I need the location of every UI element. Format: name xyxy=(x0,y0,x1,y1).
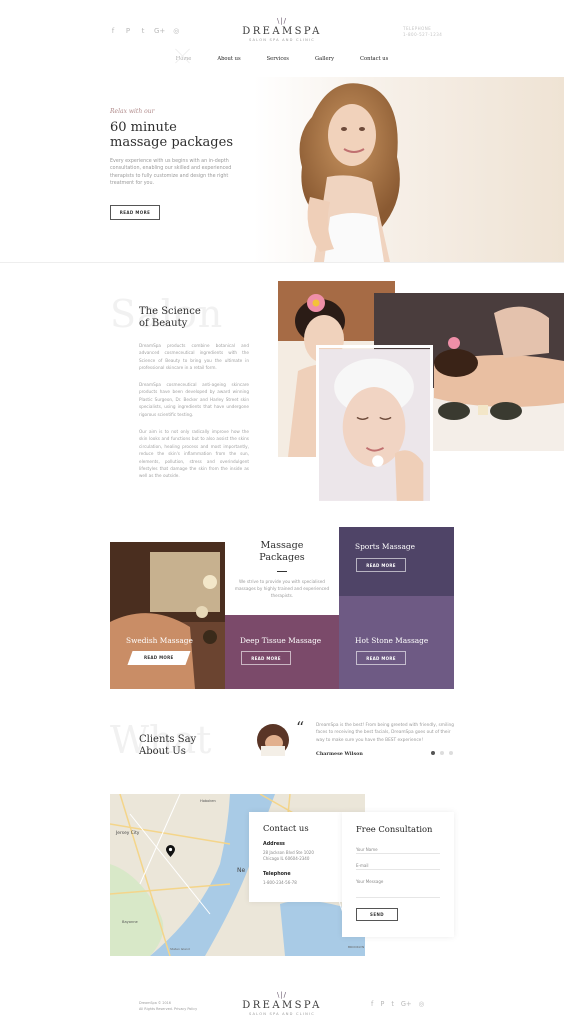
hot-stone-read-more-button[interactable]: READ MORE xyxy=(356,651,406,665)
nav-gallery[interactable]: Gallery xyxy=(311,54,338,64)
email-field[interactable]: E-mail xyxy=(356,854,440,870)
consultation-title: Free Consultation xyxy=(356,824,433,834)
footer-logo-mark: \|/ xyxy=(276,991,288,999)
hero-title-line1: 60 minute xyxy=(110,120,177,135)
logo-mark: \|/ xyxy=(276,17,288,25)
hero-kicker: Relax with our xyxy=(110,108,155,115)
address-line2: Chicago IL 60604-2340 xyxy=(263,856,310,862)
consultation-form: Free Consultation Your Name E-mail Your … xyxy=(342,812,454,937)
hot-stone-massage-tile[interactable]: Hot Stone Massage READ MORE xyxy=(339,596,454,689)
swedish-massage-label: Swedish Massage xyxy=(126,636,193,645)
sports-massage-tile[interactable]: Sports Massage READ MORE xyxy=(339,527,454,596)
footer-pinterest-icon[interactable]: P xyxy=(380,1000,384,1008)
contact-card: Contact us Address 28 Jackson Blvd Ste 1… xyxy=(249,812,342,902)
hero-title-line2: massage packages xyxy=(110,135,233,150)
testimonial-author: Charmese Wilson xyxy=(316,751,363,757)
map-label-brooklyn: BROOKLYN xyxy=(348,945,365,949)
client-avatar xyxy=(257,724,289,756)
testimonial-pagination xyxy=(431,751,453,755)
deep-tissue-massage-tile[interactable]: Deep Tissue Massage READ MORE xyxy=(225,615,339,689)
section-divider xyxy=(0,262,564,263)
instagram-icon[interactable]: ◎ xyxy=(172,27,180,35)
science-paragraph-3: Our aim is to not only radically improve… xyxy=(139,429,249,479)
nav-home[interactable]: Home xyxy=(172,54,196,64)
facebook-icon[interactable]: f xyxy=(109,27,117,35)
map-label-new-york: Ne xyxy=(237,867,246,874)
clients-title-line1: Clients Say xyxy=(139,734,197,745)
footer-twitter-icon[interactable]: t xyxy=(391,1000,394,1008)
nav-contact[interactable]: Contact us xyxy=(356,54,392,64)
swedish-massage-image xyxy=(110,542,225,689)
deep-tissue-read-more-button[interactable]: READ MORE xyxy=(241,651,291,665)
deep-tissue-massage-label: Deep Tissue Massage xyxy=(240,636,322,645)
map-label-hoboken: Hoboken xyxy=(200,799,216,803)
active-x-icon xyxy=(173,46,191,66)
swedish-read-more-label: READ MORE xyxy=(144,655,174,660)
map-label-bayonne: Bayonne xyxy=(122,920,138,924)
science-title-line1: The Science xyxy=(139,306,201,317)
footer-copyright: DreamSpa © 2016 All Rights Reserved. Pri… xyxy=(139,1000,197,1012)
telephone-value: 1-800-234-56-78 xyxy=(263,879,297,885)
footer-logo[interactable]: \|/ DREAMSPA SALON SPA AND CLINIC xyxy=(230,991,334,1017)
footer-instagram-icon[interactable]: ◎ xyxy=(419,1000,425,1008)
quote-mark-icon: “ xyxy=(296,718,305,737)
logo-tagline: SALON SPA AND CLINIC xyxy=(248,38,316,42)
pinterest-icon[interactable]: P xyxy=(124,27,132,35)
telephone-label: Telephone xyxy=(263,871,291,877)
testimonial-quote: DreamSpa is the best! From being greeted… xyxy=(316,723,454,743)
twitter-icon[interactable]: t xyxy=(139,27,147,35)
pagination-dot-2[interactable] xyxy=(440,751,444,755)
address-label: Address xyxy=(263,842,285,847)
clients-title: Clients Say About Us xyxy=(139,734,196,758)
phone-number: 1-800-527-1234 xyxy=(403,32,443,37)
hero-woman-image xyxy=(299,83,400,262)
science-paragraph-2: DreamSpa cosmeceutical anti-ageing skinc… xyxy=(139,382,249,417)
sports-read-more-button[interactable]: READ MORE xyxy=(356,558,406,572)
nav-services[interactable]: Services xyxy=(263,54,293,64)
map-label-jersey-city: Jersey City xyxy=(116,831,140,836)
gallery-facial-treatment-image xyxy=(316,345,433,505)
message-field[interactable]: Your Message xyxy=(356,870,440,898)
packages-title: Massage Packages xyxy=(226,540,338,564)
footer-logo-tagline: SALON SPA AND CLINIC xyxy=(248,1012,316,1016)
send-button[interactable]: SEND xyxy=(356,908,398,921)
hot-stone-massage-label: Hot Stone Massage xyxy=(355,636,429,645)
name-field[interactable]: Your Name xyxy=(356,838,440,854)
hero-read-more-button[interactable]: READ MORE xyxy=(110,205,160,220)
address-value: 28 Jackson Blvd Ste 1020 Chicago IL 6060… xyxy=(263,850,328,863)
logo-name: DREAMSPA xyxy=(242,26,322,37)
footer-social-links: f P t G+ ◎ xyxy=(371,1000,424,1008)
footer-logo-name: DREAMSPA xyxy=(242,1000,322,1011)
header-social-links: f P t G+ ◎ xyxy=(109,27,180,35)
swedish-read-more-button[interactable]: READ MORE xyxy=(127,651,191,665)
footer-google-plus-icon[interactable]: G+ xyxy=(401,1000,412,1008)
science-paragraph-1: DreamSpa products combine botanical and … xyxy=(139,343,249,371)
pagination-dot-3[interactable] xyxy=(449,751,453,755)
main-nav: Home About us Services Gallery Contact u… xyxy=(0,54,564,64)
clients-title-line2: About Us xyxy=(139,746,186,757)
swedish-massage-tile[interactable]: Swedish Massage READ MORE xyxy=(110,542,225,689)
packages-description: We strive to provide you with specialise… xyxy=(234,579,330,598)
google-plus-icon[interactable]: G+ xyxy=(154,27,165,35)
packages-title-line1: Massage xyxy=(260,540,304,551)
pagination-dot-1[interactable] xyxy=(431,751,435,755)
nav-about[interactable]: About us xyxy=(213,54,244,64)
footer-facebook-icon[interactable]: f xyxy=(371,1000,373,1008)
science-title-line2: of Beauty xyxy=(139,318,188,329)
hero-description: Every experience with us begins with an … xyxy=(110,159,232,186)
contact-title: Contact us xyxy=(263,823,309,833)
privacy-policy-link[interactable]: All Rights Reserved. Privacy Policy xyxy=(139,1006,197,1012)
science-title: The Science of Beauty xyxy=(139,306,201,330)
site-logo[interactable]: \|/ DREAMSPA SALON SPA AND CLINIC xyxy=(230,17,334,43)
packages-title-line2: Packages xyxy=(259,552,305,563)
map-label-staten-island: Staten Island xyxy=(170,947,190,951)
header-phone: TELEPHONE 1-800-527-1234 xyxy=(403,26,442,38)
sports-massage-label: Sports Massage xyxy=(355,542,415,551)
packages-rule xyxy=(277,571,287,572)
map-pin-icon[interactable] xyxy=(166,845,175,857)
hero-title: 60 minute massage packages xyxy=(110,120,260,150)
